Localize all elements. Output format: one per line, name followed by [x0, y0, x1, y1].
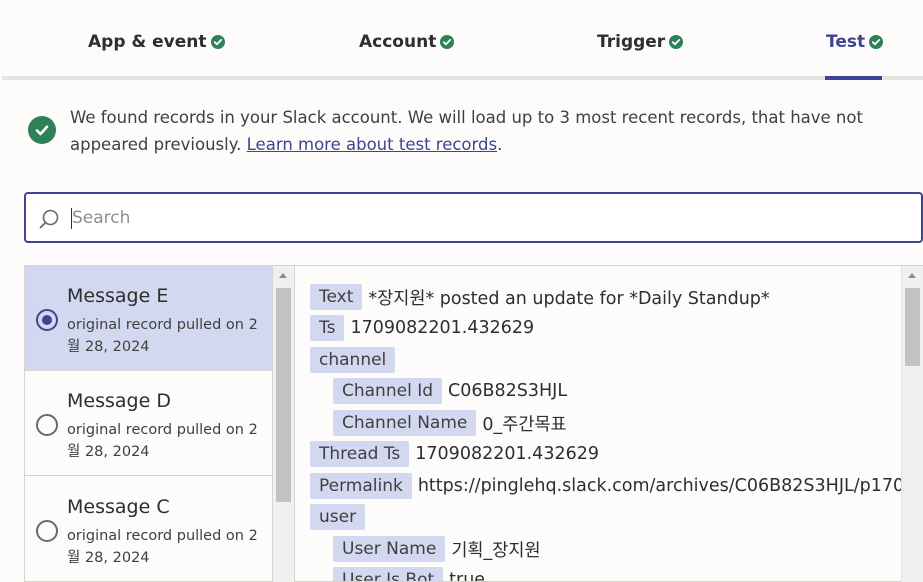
detail-key: Channel Id	[333, 378, 443, 404]
search-icon	[38, 208, 60, 230]
tab-trigger[interactable]: Trigger	[597, 30, 684, 54]
record-details: Text *장지원* posted an update for *Daily S…	[294, 265, 923, 582]
detail-key: Text	[310, 284, 363, 310]
check-circle-icon	[28, 116, 56, 144]
detail-value: https://pinglehq.slack.com/archives/C06B…	[417, 476, 916, 496]
scrollbar-thumb[interactable]	[905, 288, 920, 366]
record-subtitle: original record pulled on 2월 28, 2024	[67, 422, 258, 460]
tab-label: App & event	[88, 32, 207, 52]
learn-more-link[interactable]: Learn more about test records	[247, 135, 497, 154]
scrollbar-thumb[interactable]	[276, 288, 291, 502]
record-item-message-d[interactable]: Message D original record pulled on 2월 2…	[25, 371, 273, 476]
search-input[interactable]	[72, 203, 902, 233]
detail-row: Channel Id C06B82S3HJL	[333, 378, 567, 404]
detail-row: Permalink https://pinglehq.slack.com/arc…	[310, 473, 915, 499]
active-tab-indicator	[825, 76, 882, 80]
detail-value: 1709082201.432629	[415, 444, 599, 464]
search-box	[24, 192, 923, 243]
record-title: Message E	[67, 285, 169, 307]
record-item-message-c[interactable]: Message C original record pulled on 2월 2…	[25, 477, 273, 581]
detail-key: user	[310, 504, 366, 530]
scroll-up-arrow-icon[interactable]	[908, 273, 916, 278]
detail-key: Ts	[310, 315, 345, 341]
record-radio[interactable]	[36, 414, 58, 436]
tabs-divider	[2, 76, 923, 80]
check-circle-icon	[440, 35, 455, 49]
detail-row: Text *장지원* posted an update for *Daily S…	[310, 284, 770, 310]
check-circle-icon	[869, 35, 884, 49]
radio-dot	[42, 315, 52, 325]
tab-account[interactable]: Account	[359, 30, 455, 54]
detail-row: Channel Name 0_주간목표	[333, 410, 567, 436]
detail-key: Channel Name	[333, 410, 477, 436]
detail-key: Thread Ts	[310, 441, 410, 467]
tab-app-event[interactable]: App & event	[88, 30, 225, 54]
detail-row: User Is Bot true	[333, 567, 486, 582]
details-scrollbar[interactable]	[901, 266, 923, 582]
detail-key: User Is Bot	[333, 567, 444, 581]
detail-row: channel	[310, 347, 401, 373]
check-circle-icon	[210, 35, 225, 49]
record-radio-selected[interactable]	[36, 309, 58, 331]
detail-key: Permalink	[310, 473, 412, 499]
step-tabs: App & event Account Trigger Test	[0, 0, 923, 80]
detail-value: 0_주간목표	[482, 414, 567, 435]
record-subtitle: original record pulled on 2월 28, 2024	[67, 317, 258, 355]
detail-value: true	[449, 570, 486, 582]
scroll-up-arrow-icon[interactable]	[279, 273, 287, 278]
detail-row: Ts 1709082201.432629	[310, 315, 534, 341]
detail-row: User Name 기획_장지원	[333, 536, 541, 562]
detail-key: channel	[310, 347, 396, 373]
detail-row: Thread Ts 1709082201.432629	[310, 441, 599, 467]
record-item-message-e[interactable]: Message E original record pulled on 2월 2…	[25, 266, 273, 371]
record-subtitle: original record pulled on 2월 28, 2024	[67, 528, 258, 566]
check-circle-icon	[669, 35, 684, 49]
test-notice: We found records in your Slack account. …	[70, 104, 900, 158]
detail-key: User Name	[333, 536, 446, 562]
detail-value: 1709082201.432629	[350, 318, 535, 338]
detail-value: C06B82S3HJL	[448, 381, 568, 401]
detail-value: 기획_장지원	[451, 540, 541, 561]
record-list-scrollbar[interactable]	[272, 266, 294, 582]
tab-label: Trigger	[597, 32, 666, 52]
detail-row: user	[310, 504, 371, 530]
record-list: Message E original record pulled on 2월 2…	[24, 265, 295, 582]
tab-label: Test	[826, 32, 866, 52]
notice-trailing: .	[497, 135, 503, 154]
tab-test[interactable]: Test	[826, 30, 884, 54]
tab-label: Account	[359, 32, 437, 52]
record-title: Message C	[67, 496, 170, 518]
record-radio[interactable]	[36, 520, 58, 542]
record-title: Message D	[67, 390, 171, 412]
detail-value: *장지원* posted an update for *Daily Standu…	[368, 288, 770, 309]
